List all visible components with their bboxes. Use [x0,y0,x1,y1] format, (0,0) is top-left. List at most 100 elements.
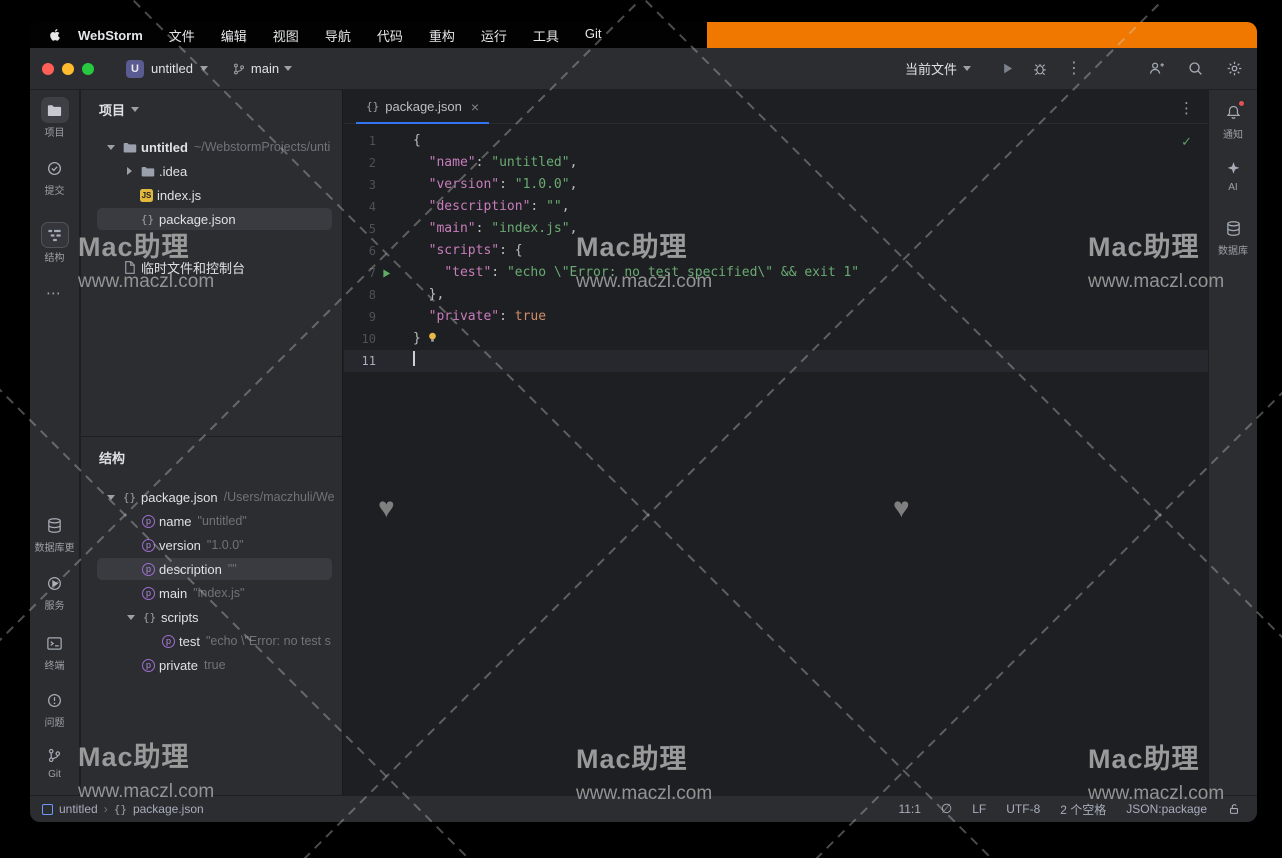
search-everywhere-button[interactable] [1187,60,1204,77]
menu-app-name[interactable]: WebStorm [78,28,143,43]
code-line[interactable]: 2 "name": "untitled", [344,152,1208,174]
database-icon [46,517,63,534]
services-icon [46,575,63,592]
code-line[interactable]: 8 }, [344,284,1208,306]
more-actions-button[interactable]: ⋮ [1066,61,1082,77]
title-bar: U untitled main 当前文件 ⋮ [30,48,1257,90]
minimize-window-button[interactable] [62,63,74,75]
tree-row[interactable]: pmain"index.js" [81,581,342,605]
tree-row[interactable]: untitled~/WebstormProjects/unti [81,135,342,159]
debug-button[interactable] [1032,61,1048,77]
code-line[interactable]: 4 "description": "", [344,196,1208,218]
breadcrumb-project[interactable]: untitled [59,802,98,816]
code-editor[interactable]: 1{2 "name": "untitled",3 "version": "1.0… [344,124,1208,795]
tool-button-structure[interactable]: 结构 [30,222,79,264]
code-with-me-button[interactable] [1148,60,1165,77]
apple-menu-icon[interactable] [48,28,62,42]
menu-item[interactable]: 编辑 [221,26,247,45]
project-panel-title[interactable]: 项目 [99,100,139,119]
tool-button-label: 项目 [45,124,65,139]
indent-style[interactable]: 2 个空格 [1060,801,1106,818]
menu-item[interactable]: 代码 [377,26,403,45]
code-line[interactable]: 1{ [344,130,1208,152]
tree-item-detail: "1.0.0" [207,538,244,552]
file-type-schema[interactable]: JSON:package [1126,802,1207,816]
tool-button-label: 通知 [1223,126,1243,141]
tree-row[interactable]: pversion"1.0.0" [81,533,342,557]
tool-button-git[interactable]: Git [30,742,79,780]
tree-item-name: .idea [159,164,187,179]
menu-items: 文件 编辑 视图 导航 代码 重构 运行 工具 Git [143,26,602,45]
tree-row[interactable]: {}package.json [81,207,342,231]
status-bar: untitled › {} package.json 11:1 ∅ LF UTF… [30,795,1257,822]
left-tool-stripe: 项目提交结构 ⋯ 数据库更服务终端问题 Git [30,90,80,795]
tool-button-more[interactable]: ⋯ [30,280,79,306]
tree-row[interactable]: JSindex.js [81,183,342,207]
run-script-icon[interactable] [381,268,392,279]
tab-package-json[interactable]: {} package.json × [356,90,489,123]
close-window-button[interactable] [42,63,54,75]
code-line[interactable]: 3 "version": "1.0.0", [344,174,1208,196]
chevron-down-icon[interactable] [127,615,135,620]
highlighting-level-icon[interactable]: ∅ [941,801,952,817]
tool-button-ai[interactable]: AI [1209,155,1257,193]
file-encoding[interactable]: UTF-8 [1006,802,1040,816]
tree-row[interactable]: {}scripts [81,605,342,629]
tool-button-project[interactable]: 项目 [30,97,79,139]
menu-item[interactable]: 重构 [429,26,455,45]
lock-icon[interactable] [1227,802,1241,816]
tree-row[interactable]: {}package.json/Users/maczhuli/We [81,485,342,509]
tree-row[interactable]: pname"untitled" [81,509,342,533]
tool-button-problems[interactable]: 问题 [30,687,79,729]
close-tab-icon[interactable]: × [471,99,479,115]
code-line[interactable]: 5 "main": "index.js", [344,218,1208,240]
tree-item-name: scripts [161,610,199,625]
project-widget[interactable]: U untitled [126,60,208,78]
tool-button-database[interactable]: 数据库更 [30,512,79,554]
chevron-down-icon[interactable] [107,145,115,150]
tree-row[interactable]: pprivatetrue [81,653,342,677]
tree-item-name: 临时文件和控制台 [141,258,245,277]
run-configuration-widget[interactable]: 当前文件 [905,59,971,78]
tree-row[interactable]: 临时文件和控制台 [81,255,342,279]
chevron-right-icon[interactable] [127,167,132,175]
menu-item[interactable]: 运行 [481,26,507,45]
tool-button-terminal[interactable]: 终端 [30,630,79,672]
code-line[interactable]: 7 "test": "echo \"Error: no test specifi… [344,262,1208,284]
menu-item[interactable]: 工具 [533,26,559,45]
code-line[interactable]: 9 "private": true [344,306,1208,328]
branch-widget[interactable]: main [232,61,292,76]
tool-button-commit[interactable]: 提交 [30,155,79,197]
structure-panel-title[interactable]: 结构 [99,448,125,467]
settings-button[interactable] [1226,60,1243,77]
tool-button-label: 提交 [45,182,65,197]
commit-icon [46,160,63,177]
zoom-window-button[interactable] [82,63,94,75]
run-button[interactable] [1001,62,1014,75]
code-line[interactable]: 11 [344,350,1208,372]
breadcrumb-file[interactable]: package.json [133,802,204,816]
tree-row[interactable]: ptest"echo \"Error: no test s [81,629,342,653]
caret-position[interactable]: 11:1 [898,802,920,816]
menu-item[interactable]: 导航 [325,26,351,45]
tree-row[interactable]: pdescription"" [81,557,342,581]
branch-name: main [251,61,279,76]
line-separator[interactable]: LF [972,802,986,816]
tree-item-detail: "" [228,562,237,576]
tool-button-services[interactable]: 服务 [30,570,79,612]
database-icon [1225,220,1242,237]
intention-bulb-icon[interactable] [426,331,439,344]
code-line[interactable]: 10} [344,328,1208,350]
project-panel: 项目 结构 untitled~/WebstormProjects/unti .id… [81,90,343,795]
menu-item[interactable]: Git [585,26,602,45]
chevron-down-icon[interactable] [107,495,115,500]
menu-item[interactable]: 视图 [273,26,299,45]
code-line[interactable]: 6 "scripts": { [344,240,1208,262]
tab-options-button[interactable]: ⋮ [1179,99,1194,117]
tree-item-name: version [159,538,201,553]
menu-item[interactable]: 文件 [169,26,195,45]
tool-button-database[interactable]: 数据库 [1209,215,1257,257]
tree-row[interactable]: .idea [81,159,342,183]
tool-button-notifications[interactable]: 通知 [1209,99,1257,141]
tab-label: package.json [385,99,462,114]
